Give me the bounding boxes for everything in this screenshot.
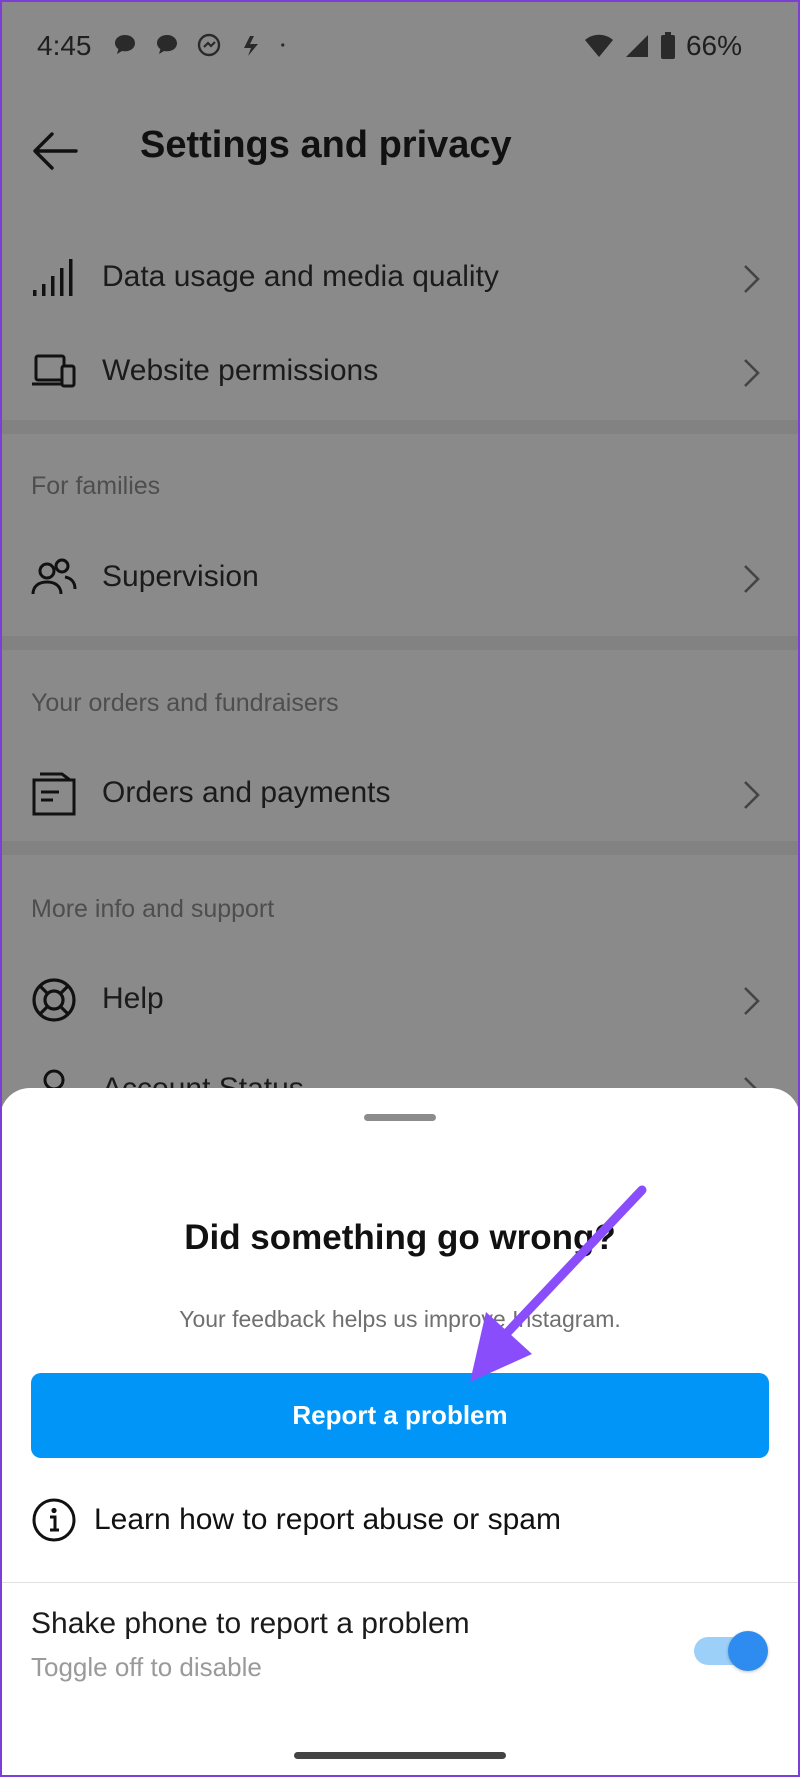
sheet-drag-handle[interactable] — [364, 1114, 436, 1121]
row-label: Orders and payments — [102, 776, 391, 809]
section-header-support: More info and support — [31, 895, 275, 923]
notification-icons — [112, 32, 292, 58]
chevron-right-icon — [744, 565, 760, 593]
learn-link-label: Learn how to report abuse or spam — [94, 1503, 561, 1536]
dot-icon — [281, 43, 285, 47]
section-header-orders: Your orders and fundraisers — [31, 689, 339, 717]
battery-icon — [660, 32, 675, 59]
wifi-icon — [584, 34, 613, 57]
learn-report-abuse-link[interactable]: Learn how to report abuse or spam — [0, 1485, 800, 1557]
row-label: Website permissions — [102, 354, 379, 387]
shake-toggle-switch[interactable] — [694, 1628, 768, 1674]
cell-signal-icon — [625, 35, 648, 57]
battery-percent: 66% — [685, 30, 742, 61]
settings-row-supervision[interactable]: Supervision — [0, 533, 800, 623]
row-label: Supervision — [102, 560, 259, 593]
back-arrow-icon[interactable] — [30, 128, 80, 174]
section-divider — [0, 841, 800, 855]
messenger-icon — [197, 33, 221, 57]
report-problem-sheet: Did something go wrong? Your feedback he… — [0, 1088, 800, 1777]
chevron-right-icon — [744, 781, 760, 809]
devices-icon — [32, 354, 76, 388]
toggle-knob — [728, 1631, 768, 1671]
status-time: 4:45 — [37, 30, 92, 61]
settings-row-orders-payments[interactable]: Orders and payments — [0, 749, 800, 839]
row-label: Help — [102, 982, 164, 1015]
status-right: 66% — [584, 30, 742, 62]
shake-setting-title: Shake phone to report a problem — [31, 1607, 470, 1640]
bolt-app-icon — [242, 36, 258, 56]
page-title: Settings and privacy — [140, 124, 512, 166]
settings-row-data-usage[interactable]: Data usage and media quality — [0, 233, 800, 323]
chat-bubble-icon — [157, 35, 177, 54]
section-divider — [0, 636, 800, 650]
settings-row-website-permissions[interactable]: Website permissions — [0, 327, 800, 417]
row-label: Data usage and media quality — [102, 260, 499, 293]
chevron-right-icon — [744, 987, 760, 1015]
chevron-right-icon — [744, 265, 760, 293]
status-bar: 4:45 66% — [0, 0, 800, 96]
people-icon — [31, 558, 77, 595]
home-indicator[interactable] — [294, 1752, 506, 1759]
chat-bubble-icon — [115, 35, 135, 54]
lifebuoy-icon — [32, 978, 76, 1022]
info-icon — [32, 1498, 76, 1542]
shake-setting-subtitle: Toggle off to disable — [31, 1652, 262, 1682]
receipt-icon — [32, 772, 76, 816]
signal-bars-icon — [33, 259, 73, 296]
settings-row-help[interactable]: Help — [0, 955, 800, 1045]
chevron-right-icon — [744, 359, 760, 387]
sheet-divider — [0, 1582, 800, 1583]
report-problem-button[interactable]: Report a problem — [31, 1373, 769, 1458]
section-header-families: For families — [31, 472, 161, 500]
section-divider — [0, 420, 800, 434]
sheet-subtitle: Your feedback helps us improve Instagram… — [179, 1306, 621, 1332]
sheet-title: Did something go wrong? — [184, 1218, 616, 1257]
